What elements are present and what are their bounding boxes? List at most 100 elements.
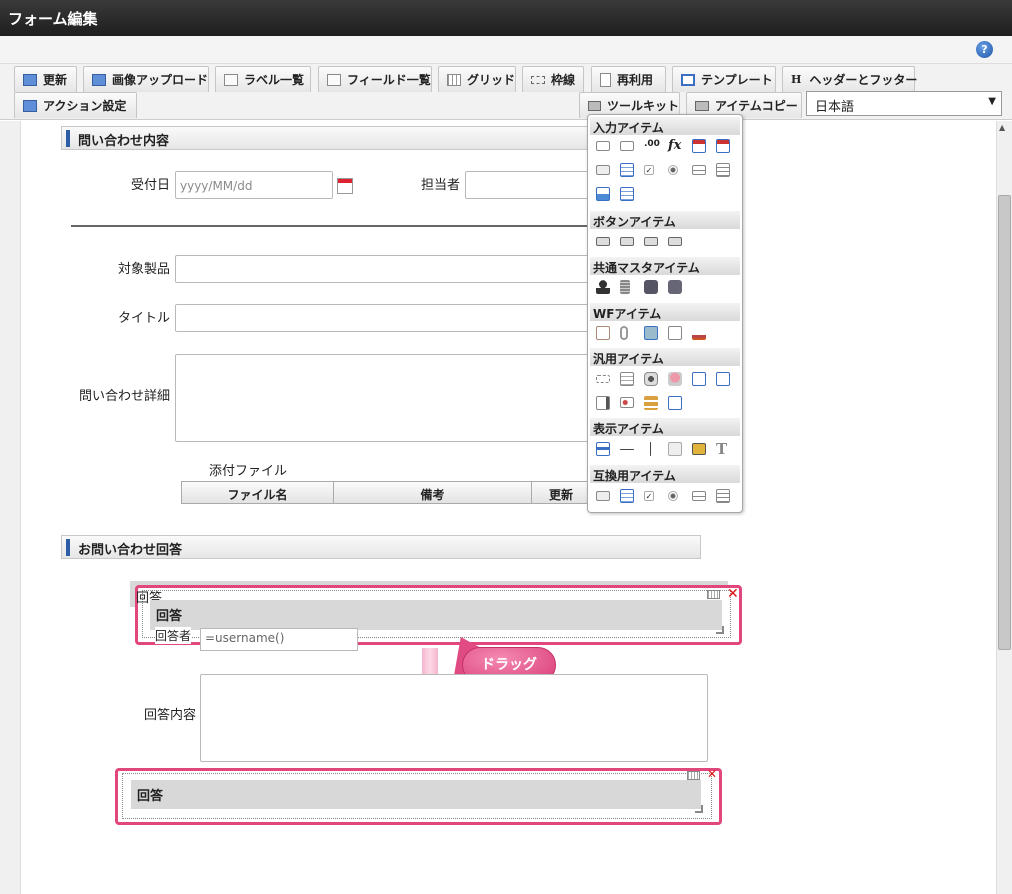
- scroll-up-icon[interactable]: ▲: [999, 123, 1005, 132]
- organization-icon[interactable]: [620, 280, 630, 294]
- tab-border[interactable]: 枠線: [522, 66, 584, 92]
- template-icon: [681, 73, 695, 86]
- textbox-fixed-item-icon[interactable]: [620, 141, 634, 151]
- detail-textarea[interactable]: [175, 354, 591, 442]
- file-upload-item-icon[interactable]: [596, 187, 610, 201]
- grid-icon[interactable]: [687, 771, 700, 780]
- hidden-field-icon[interactable]: [596, 375, 610, 383]
- camera-icon[interactable]: [644, 372, 658, 386]
- tab-label: アイテムコピー: [715, 99, 798, 113]
- header-footer-icon: H: [791, 73, 802, 86]
- tab-label: ヘッダーとフッター: [809, 73, 918, 87]
- number-item-icon[interactable]: .00: [644, 139, 660, 153]
- grid-table-item-icon[interactable]: [620, 187, 634, 201]
- wf-form-icon[interactable]: [596, 326, 610, 340]
- tab-template[interactable]: テンプレート: [672, 66, 776, 92]
- formula-item-icon[interactable]: fx: [668, 138, 682, 153]
- compat-multiline-icon[interactable]: [692, 491, 706, 501]
- field-list-icon: [327, 73, 341, 86]
- register-button-icon[interactable]: [596, 237, 610, 246]
- panel-icon[interactable]: [596, 396, 610, 410]
- select-item-icon[interactable]: [596, 165, 610, 175]
- title-input[interactable]: [175, 304, 591, 332]
- tab-reuse[interactable]: 再利用: [591, 66, 666, 92]
- compat-list-icon[interactable]: [620, 489, 634, 503]
- org-select-icon[interactable]: [668, 280, 682, 294]
- divider: [71, 225, 611, 227]
- tab-label: ツールキット: [606, 99, 679, 113]
- tab-image-upload[interactable]: 画像アップロード: [83, 66, 209, 92]
- attachment-icon[interactable]: [620, 326, 628, 340]
- compat-table-icon[interactable]: [716, 489, 730, 503]
- calendar-item-icon[interactable]: [668, 396, 682, 410]
- responder-label: 回答者: [155, 627, 192, 644]
- tab-action-settings[interactable]: アクション設定: [14, 92, 137, 118]
- horizontal-line-icon[interactable]: [620, 449, 634, 450]
- close-icon[interactable]: ✕: [707, 767, 717, 781]
- language-select[interactable]: 日本語 ▼: [806, 91, 1002, 116]
- tab-field-list[interactable]: フィールド一覧: [318, 66, 432, 92]
- tab-label: 更新: [43, 73, 68, 87]
- user-image-icon[interactable]: [668, 372, 682, 386]
- chevron-down-icon: ▼: [988, 96, 996, 107]
- compat-radio-icon[interactable]: [668, 491, 678, 501]
- frame-item-icon[interactable]: [668, 442, 682, 456]
- download-icon[interactable]: [716, 372, 730, 386]
- resize-handle-icon[interactable]: [695, 805, 703, 813]
- calendar-icon[interactable]: [337, 178, 353, 194]
- tree-icon[interactable]: [644, 396, 658, 410]
- product-input[interactable]: [175, 255, 591, 283]
- back-button-icon[interactable]: [644, 237, 658, 246]
- datetime-item-icon[interactable]: [716, 139, 730, 153]
- radio-item-icon[interactable]: [668, 165, 678, 175]
- stamp-icon[interactable]: [692, 326, 706, 340]
- text-display-icon[interactable]: T: [716, 440, 730, 458]
- drop-target-bar: 回答: [131, 780, 701, 809]
- assignee-input[interactable]: [465, 171, 591, 199]
- palette-category-common-master: 共通マスタアイテム: [590, 257, 740, 275]
- document-icon[interactable]: [668, 326, 682, 340]
- grid-icon[interactable]: [707, 590, 720, 599]
- list-item-icon[interactable]: [620, 163, 634, 177]
- table-item-icon[interactable]: [716, 163, 730, 177]
- received-date-input[interactable]: yyyy/MM/dd: [175, 171, 333, 199]
- palette-category-compat: 互換用アイテム: [590, 465, 740, 483]
- help-bar: [0, 36, 1012, 64]
- vertical-line-icon[interactable]: [650, 442, 651, 456]
- tab-label: テンプレート: [701, 73, 773, 87]
- compat-checkbox-icon[interactable]: ✓: [644, 491, 654, 501]
- text-item-icon[interactable]: [620, 372, 634, 386]
- attachment-label: 添付ファイル: [209, 464, 288, 479]
- textbox-item-icon[interactable]: [596, 141, 610, 151]
- section-header-inquiry: 問い合わせ内容: [61, 126, 591, 150]
- resize-handle-icon[interactable]: [716, 626, 724, 634]
- tab-header-footer[interactable]: H ヘッダーとフッター: [782, 66, 918, 92]
- image-icon[interactable]: [644, 326, 658, 340]
- tab-label: 再利用: [617, 73, 654, 87]
- answer-inner-bar: 回答: [150, 600, 722, 630]
- answer-content-textarea[interactable]: [200, 674, 708, 762]
- user-org-icon[interactable]: [644, 280, 658, 294]
- label-item-icon[interactable]: [596, 442, 610, 456]
- checkbox-item-icon[interactable]: ✓: [644, 165, 654, 175]
- scroll-thumb[interactable]: [998, 195, 1011, 650]
- forward-button-icon[interactable]: [620, 237, 634, 246]
- compat-select-icon[interactable]: [596, 491, 610, 501]
- user-icon[interactable]: [596, 280, 610, 294]
- tab-label-list[interactable]: ラベル一覧: [215, 66, 311, 92]
- tab-update[interactable]: 更新: [14, 66, 77, 92]
- title-label: タイトル: [117, 311, 170, 326]
- multiline-item-icon[interactable]: [692, 165, 706, 175]
- responder-input[interactable]: =username(): [200, 628, 358, 651]
- date-item-icon[interactable]: [692, 139, 706, 153]
- received-date-placeholder: yyyy/MM/dd: [180, 179, 253, 193]
- image-item-icon[interactable]: [692, 443, 706, 455]
- tab-label: 画像アップロード: [111, 73, 208, 87]
- tab-label: 枠線: [551, 73, 576, 87]
- close-icon[interactable]: ✕: [727, 586, 739, 602]
- card-icon[interactable]: [620, 397, 634, 408]
- help-icon[interactable]: ?: [976, 41, 993, 58]
- tab-grid[interactable]: グリッド: [438, 66, 516, 92]
- return-button-icon[interactable]: [668, 237, 682, 246]
- upload-icon[interactable]: [692, 372, 706, 386]
